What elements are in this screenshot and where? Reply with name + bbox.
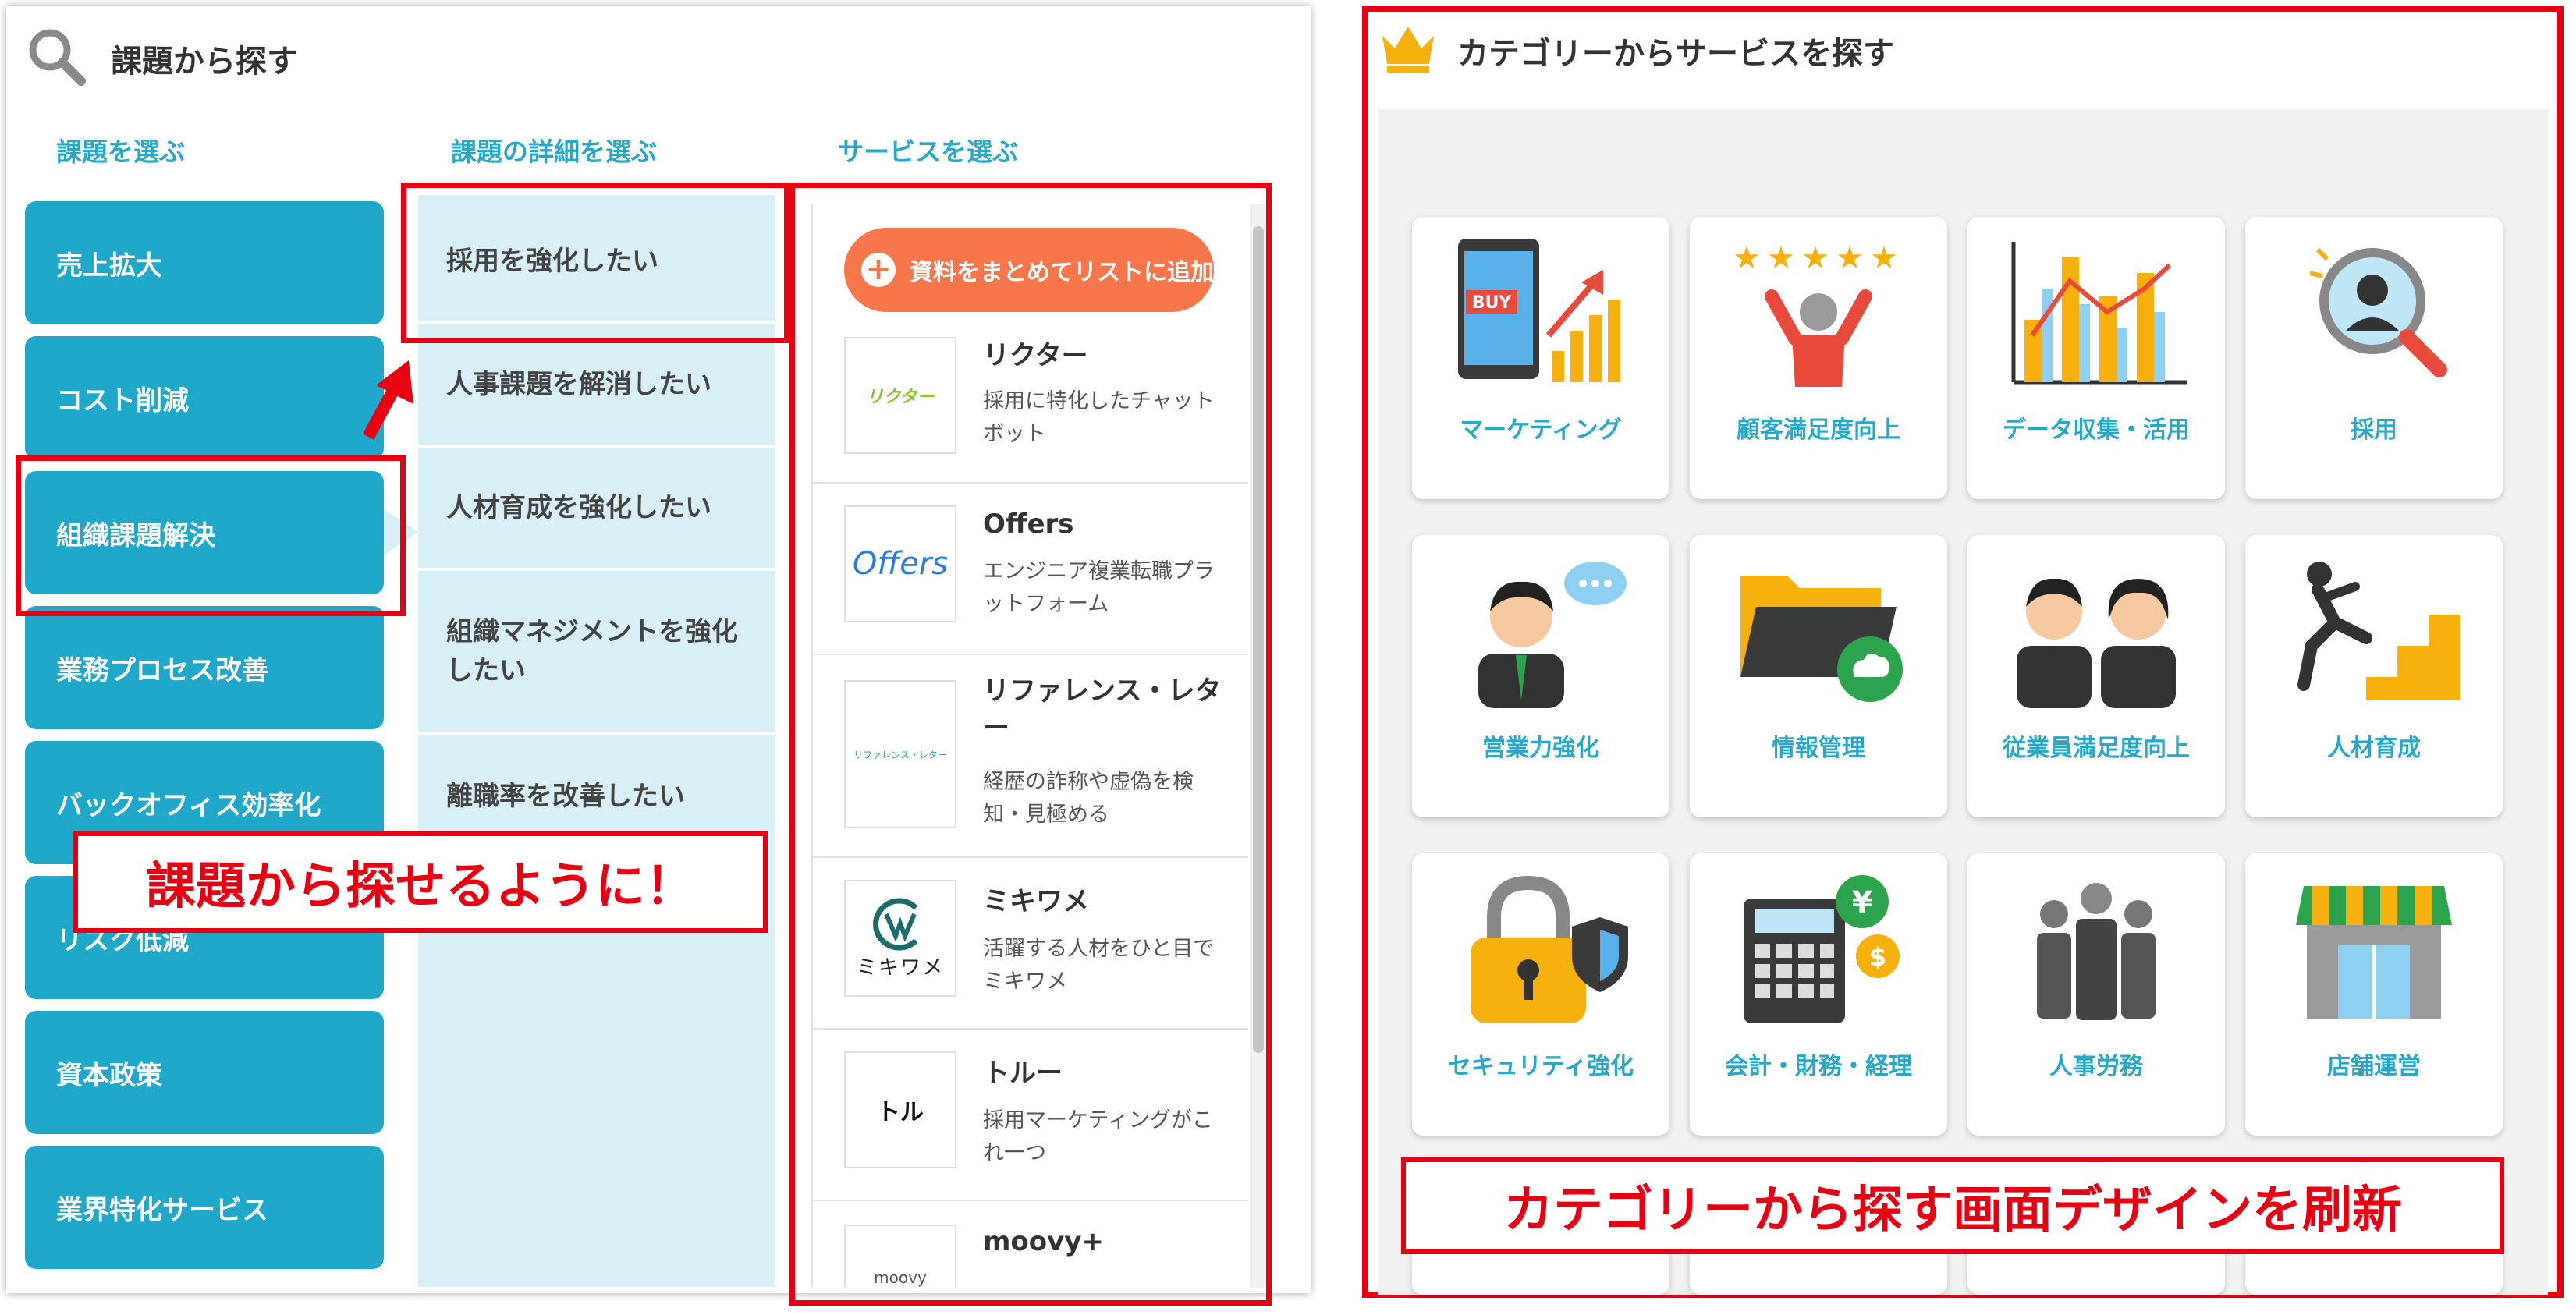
issue-button-capital[interactable]: 資本政策 [25,1011,384,1134]
category-card-recruiting[interactable]: 採用 [2245,217,2503,499]
smartphone-chart-icon: BUY [1458,239,1620,382]
category-card-data[interactable]: データ収集・活用 [1967,217,2225,499]
category-card-information[interactable]: 情報管理 [1690,535,1947,817]
category-card-sales-power[interactable]: 営業力強化 [1412,535,1669,817]
issue-button-sales[interactable]: 売上拡大 [25,201,384,324]
stars-person-icon: ★ ★ ★ ★ ★ [1733,240,1898,387]
detail-item-management[interactable]: 組織マネジメントを強化したい [418,571,775,735]
highlight-selected-detail [401,183,789,343]
column-header-service: サービスを選ぶ [838,136,1018,167]
category-label: 会計・財務・経理 [1725,1053,1912,1080]
category-card-customer-satisfaction[interactable]: ★ ★ ★ ★ ★ 顧客満足度向上 [1690,217,1947,499]
category-label: データ収集・活用 [2003,416,2190,444]
highlight-service-list [789,183,1272,1306]
category-label: マーケティング [1460,416,1622,444]
category-label: 情報管理 [1772,735,1865,762]
buy-label: BUY [1472,293,1513,313]
calculator-coins-icon: ¥ $ [1744,875,1900,1023]
storefront-icon [2296,886,2452,1019]
category-card-employee-satisfaction[interactable]: 従業員満足度向上 [1967,535,2225,817]
yen-label: ¥ [1852,885,1872,920]
crown-icon [1382,27,1434,73]
category-panel-title: カテゴリーからサービスを探す [1457,36,1894,72]
category-label: 店舗運営 [2327,1053,2421,1080]
salesperson-icon [1478,562,1627,708]
svg-text:★: ★ [1870,240,1898,276]
svg-text:★: ★ [1733,240,1761,276]
callout-issue-search: 課題から探せるように！ [73,831,768,933]
category-label: 従業員満足度向上 [2003,735,2190,762]
category-card-security[interactable]: セキュリティ強化 [1412,853,1669,1136]
issue-button-cost[interactable]: コスト削減 [25,336,384,459]
bar-chart-icon [2011,242,2187,385]
svg-text:★: ★ [1836,240,1864,276]
padlock-shield-icon [1471,875,1628,1023]
svg-text:★: ★ [1801,240,1829,276]
search-icon [29,29,86,86]
category-label: 採用 [2351,416,2397,444]
category-card-marketing[interactable]: BUY マーケティング [1412,217,1669,499]
red-arrow-icon [362,360,413,440]
category-label: 営業力強化 [1482,735,1599,762]
category-card-accounting[interactable]: ¥ $ 会計・財務・経理 [1690,853,1947,1136]
folder-cloud-icon [1740,576,1903,702]
panel-title: 課題から探す [111,44,298,80]
group-people-icon [2037,883,2156,1020]
issue-button-industry[interactable]: 業界特化サービス [25,1146,384,1269]
dollar-label: $ [1869,942,1886,972]
magnifier-person-icon [2309,247,2447,377]
category-card-hr-labor[interactable]: 人事労務 [1967,853,2225,1136]
column-header-detail: 課題の詳細を選ぶ [451,136,657,167]
highlight-selected-issue [16,455,406,616]
issue-button-process[interactable]: 業務プロセス改善 [25,606,384,729]
detail-item-training[interactable]: 人材育成を強化したい [418,448,775,571]
category-label: 顧客満足度向上 [1737,416,1900,444]
stairs-climber-icon [2297,562,2460,700]
category-label: 人事労務 [2049,1053,2143,1080]
category-card-talent-development[interactable]: 人材育成 [2245,535,2503,817]
category-label: セキュリティ強化 [1447,1053,1634,1080]
category-card-store-operation[interactable]: 店舗運営 [2245,853,2503,1136]
category-label: 人材育成 [2327,735,2421,762]
column-header-issue: 課題を選ぶ [56,136,185,167]
employees-icon [2017,578,2176,708]
callout-category-redesign: カテゴリーから探す画面デザインを刷新 [1401,1157,2504,1254]
svg-text:★: ★ [1767,240,1795,276]
